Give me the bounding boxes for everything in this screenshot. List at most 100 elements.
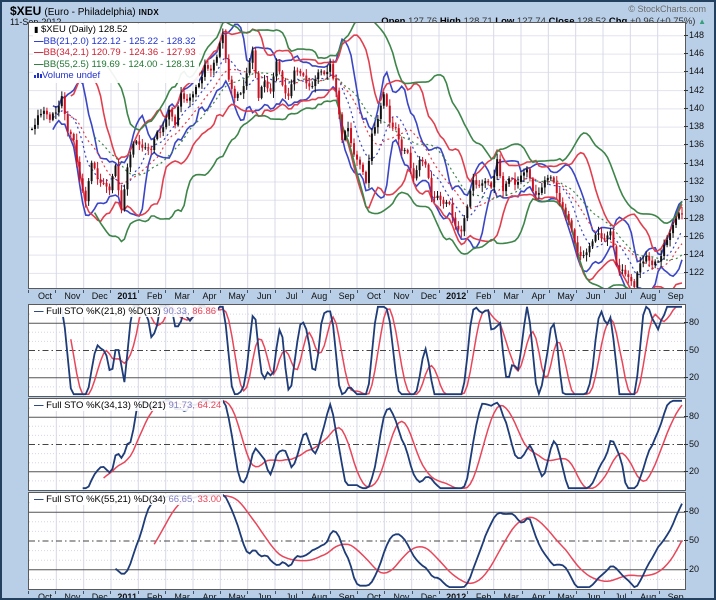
month-tick xyxy=(193,290,194,293)
month-tick xyxy=(165,290,166,293)
month-label: Nov xyxy=(64,592,80,600)
month-tick xyxy=(330,591,331,594)
month-tick xyxy=(659,591,660,594)
month-tick xyxy=(220,290,221,293)
month-tick xyxy=(220,591,221,594)
y-axis-tick: 20 xyxy=(689,564,699,574)
y-axis-tick: 80 xyxy=(689,411,699,421)
k-line-icon: — xyxy=(34,306,44,317)
month-tick xyxy=(110,290,111,293)
stochastic-3-d-value: 33.00 xyxy=(198,494,222,505)
stochastic-1-canvas xyxy=(29,305,685,396)
month-label: Mar xyxy=(174,592,190,600)
legend-volume-row: Volume undef xyxy=(34,70,196,82)
stochastic-2-legend: — Full STO %K(34,13) %D(21) 91.73, 64.24 xyxy=(32,400,223,411)
month-tick xyxy=(467,290,468,293)
chart-title: $XEU (Euro - Philadelphia) INDX xyxy=(10,4,159,18)
month-label: May xyxy=(557,592,574,600)
month-axis-top: OctNovDec2011FebMarAprMayJunJulAugSepOct… xyxy=(28,290,686,303)
month-tick xyxy=(439,290,440,293)
month-label: Dec xyxy=(92,291,108,301)
candlestick-icon: ▮ xyxy=(34,24,41,36)
month-tick xyxy=(631,290,632,293)
month-label: Aug xyxy=(640,291,656,301)
month-tick xyxy=(247,591,248,594)
stochastic-2-canvas xyxy=(29,399,685,490)
month-label: Feb xyxy=(147,291,163,301)
month-label: Nov xyxy=(64,291,80,301)
exchange-label: INDX xyxy=(139,8,159,17)
bb55-label: BB(55,2.5) 119.69 - 124.00 - 128.31 xyxy=(44,59,195,70)
month-label: Apr xyxy=(531,592,545,600)
stockcharts-chart: $XEU (Euro - Philadelphia) INDX 11-Sep-2… xyxy=(0,0,716,600)
month-tick xyxy=(55,591,56,594)
month-label: 2012 xyxy=(446,291,466,301)
legend-bb34-row: —BB(34,2.1) 120.79 - 124.36 - 127.93 xyxy=(34,47,196,59)
month-label: Sep xyxy=(339,592,355,600)
stochastic-panel-3: — Full STO %K(55,21) %D(34) 66.65, 33.00 xyxy=(28,492,686,590)
month-label: 2011 xyxy=(117,291,137,301)
y-axis-tick: 124 xyxy=(689,249,704,259)
month-label: Jul xyxy=(615,592,627,600)
stochastic-2-k-value: 91.73, xyxy=(168,400,194,411)
month-label: May xyxy=(557,291,574,301)
month-label: Apr xyxy=(202,291,216,301)
stochastic-3-label: Full STO %K(55,21) %D(34) xyxy=(46,494,166,505)
month-tick xyxy=(28,290,29,293)
stochastic-3-legend: — Full STO %K(55,21) %D(34) 66.65, 33.00 xyxy=(32,494,223,505)
month-tick xyxy=(522,591,523,594)
copyright: © StockCharts.com xyxy=(628,4,706,14)
y-axis-tick: 128 xyxy=(689,213,704,223)
month-tick xyxy=(357,290,358,293)
y-axis-tick: 20 xyxy=(689,372,699,382)
y-axis-tick: 126 xyxy=(689,231,704,241)
month-label: Aug xyxy=(311,592,327,600)
month-label: May xyxy=(228,291,245,301)
y-axis-tick: 122 xyxy=(689,267,704,277)
stochastic-1-legend: — Full STO %K(21,8) %D(13) 90.33, 86.86 xyxy=(32,306,218,317)
y-axis-tick: 80 xyxy=(689,506,699,516)
month-label: Jul xyxy=(615,291,627,301)
month-label: Nov xyxy=(393,592,409,600)
bb21-label: BB(21,2.0) 122.12 - 125.22 - 128.32 xyxy=(44,36,196,47)
month-label: Sep xyxy=(668,291,684,301)
price-legend: ▮$XEU (Daily) 128.52 —BB(21,2.0) 122.12 … xyxy=(33,24,199,83)
month-tick xyxy=(494,591,495,594)
month-tick xyxy=(138,290,139,293)
month-tick xyxy=(412,591,413,594)
volume-bars-icon xyxy=(34,70,42,82)
month-tick xyxy=(83,591,84,594)
bb34-line-icon: — xyxy=(34,47,44,58)
month-tick xyxy=(549,591,550,594)
stochastic-1-d-value: 86.86 xyxy=(192,306,216,317)
stochastic-panel-2: — Full STO %K(34,13) %D(21) 91.73, 64.24 xyxy=(28,398,686,491)
month-label: Sep xyxy=(668,592,684,600)
month-tick xyxy=(330,290,331,293)
month-label: Mar xyxy=(503,592,519,600)
y-axis-tick: 80 xyxy=(689,317,699,327)
month-tick xyxy=(412,290,413,293)
month-tick xyxy=(439,591,440,594)
month-tick xyxy=(83,290,84,293)
stochastic-2-d-value: 64.24 xyxy=(198,400,222,411)
stochastic-3-canvas xyxy=(29,493,685,589)
month-label: Apr xyxy=(202,592,216,600)
up-arrow-icon: ▲ xyxy=(698,17,706,26)
month-tick xyxy=(384,290,385,293)
month-tick xyxy=(522,290,523,293)
month-label: Feb xyxy=(147,592,163,600)
stochastic-2-label: Full STO %K(34,13) %D(21) xyxy=(46,400,166,411)
month-tick xyxy=(275,290,276,293)
k-line-icon: — xyxy=(34,400,44,411)
month-tick xyxy=(549,290,550,293)
month-label: Dec xyxy=(421,291,437,301)
month-label: Apr xyxy=(531,291,545,301)
month-tick xyxy=(604,591,605,594)
month-tick xyxy=(384,591,385,594)
month-label: Jun xyxy=(586,592,601,600)
y-axis-tick: 142 xyxy=(689,85,704,95)
y-axis-tick: 132 xyxy=(689,176,704,186)
y-axis-tick: 50 xyxy=(689,345,699,355)
y-axis-tick: 134 xyxy=(689,158,704,168)
month-label: Aug xyxy=(311,291,327,301)
